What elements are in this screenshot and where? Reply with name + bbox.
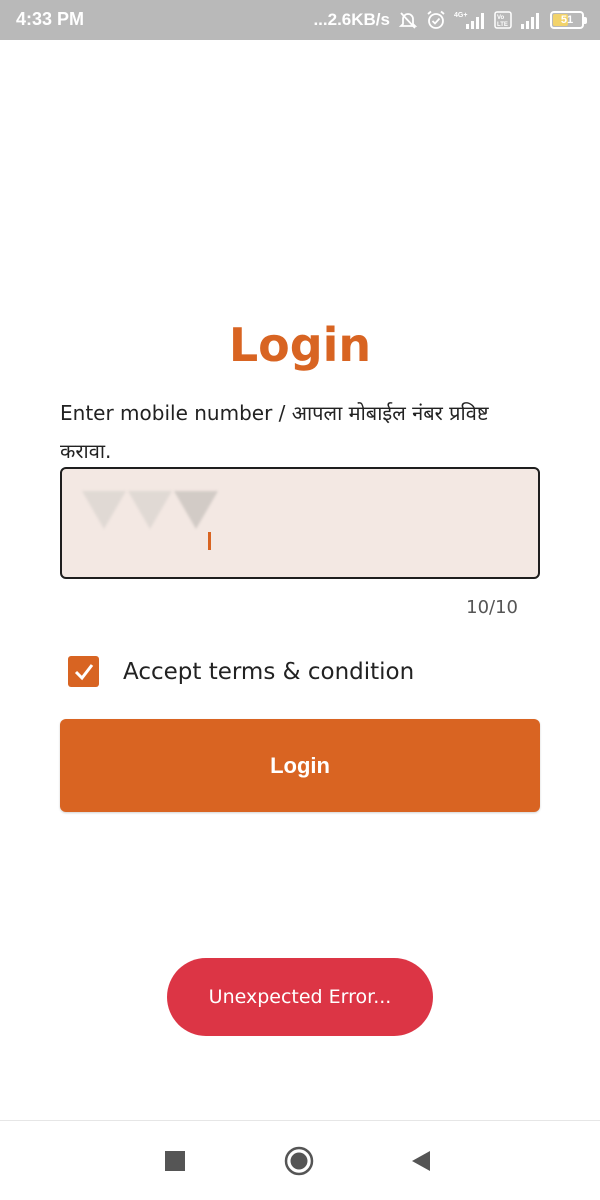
status-time: 4:33 PM: [16, 9, 85, 29]
battery-level: 51: [560, 14, 574, 26]
char-counter: 10/10: [466, 597, 518, 618]
svg-text:Vo: Vo: [497, 15, 505, 21]
page-title: Login: [228, 318, 372, 372]
terms-label[interactable]: Accept terms & condition: [123, 659, 414, 685]
net-speed: ...2.6KB/s: [313, 10, 390, 29]
error-toast: Unexpected Error...: [167, 958, 433, 1036]
checkmark-icon: [74, 663, 93, 680]
recents-icon[interactable]: [165, 1151, 185, 1171]
status-bar: 4:33 PM ...2.6KB/s 4G+ Vo LTE 51: [0, 0, 600, 40]
mobile-number-label: Enter mobile number / आपला मोबाईल नंबर प…: [60, 401, 489, 463]
back-icon[interactable]: [410, 1150, 432, 1172]
alarm-icon: [426, 10, 446, 30]
login-button[interactable]: Login: [60, 719, 540, 812]
network-label: 4G+: [454, 12, 467, 19]
system-nav-bar: [0, 1120, 600, 1200]
text-caret: [208, 532, 211, 550]
muted-bell-icon: [398, 10, 418, 30]
terms-row[interactable]: Accept terms & condition: [68, 656, 414, 687]
status-icons: ...2.6KB/s 4G+ Vo LTE 51: [313, 7, 587, 33]
svg-text:LTE: LTE: [497, 22, 508, 28]
battery-icon: 51: [550, 11, 587, 29]
home-icon[interactable]: [284, 1146, 314, 1176]
mobile-number-input[interactable]: [60, 467, 540, 579]
masked-input-value: [82, 491, 218, 529]
volte-icon: Vo LTE: [494, 11, 512, 29]
signal-icon: [520, 10, 542, 30]
signal-icon: 4G+: [454, 10, 486, 30]
login-screen: 4:33 PM ...2.6KB/s 4G+ Vo LTE 51 Login E…: [0, 0, 600, 1200]
terms-checkbox[interactable]: [68, 656, 99, 687]
